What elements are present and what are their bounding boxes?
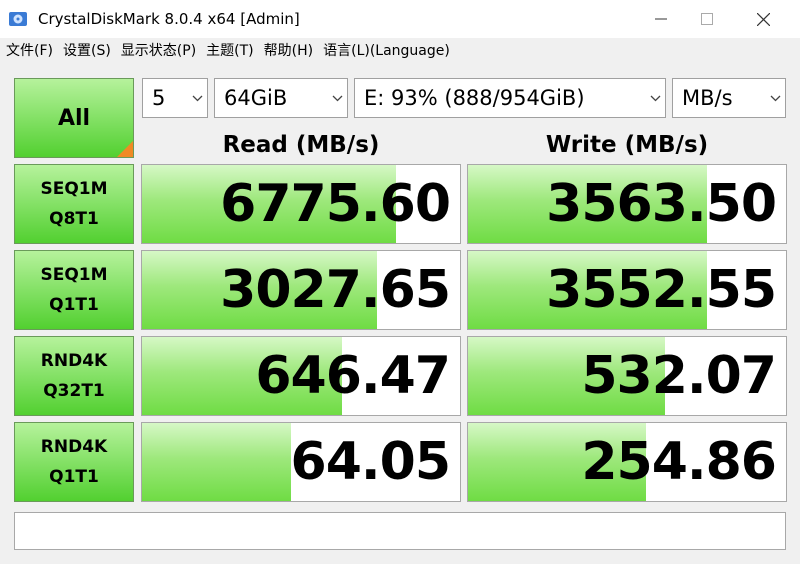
- test-button-params: Q1T1: [49, 295, 99, 315]
- read-result-rnd4k-q1t1: 64.05: [141, 422, 461, 502]
- menu-language[interactable]: 语言(L)(Language): [317, 39, 454, 63]
- read-result-seq1m-q1t1: 3027.65: [141, 250, 461, 330]
- window-title: CrystalDiskMark 8.0.4 x64 [Admin]: [38, 10, 300, 28]
- menu-help[interactable]: 帮助(H): [258, 39, 317, 63]
- test-size-select[interactable]: 64GiB: [214, 78, 348, 118]
- test-button-name: RND4K: [40, 437, 108, 457]
- write-value: 532.07: [581, 346, 777, 406]
- maximize-icon[interactable]: [684, 0, 730, 38]
- minimize-icon[interactable]: [638, 0, 684, 38]
- write-column-header: Write (MB/s): [545, 132, 709, 158]
- read-result-seq1m-q8t1: 6775.60: [141, 164, 461, 244]
- menu-settings[interactable]: 设置(S): [57, 39, 115, 63]
- read-value: 6775.60: [220, 174, 451, 234]
- chevron-down-icon: [327, 95, 347, 102]
- test-count-value: 5: [152, 86, 166, 110]
- write-result-rnd4k-q32t1: 532.07: [467, 336, 787, 416]
- write-value: 254.86: [581, 432, 777, 492]
- test-button-params: Q32T1: [43, 381, 105, 401]
- test-button-seq1m-q8t1[interactable]: SEQ1M Q8T1: [14, 164, 134, 244]
- read-value: 646.47: [255, 346, 451, 406]
- menu-file[interactable]: 文件(F): [0, 39, 57, 63]
- comment-input[interactable]: [14, 512, 786, 550]
- read-column-header: Read (MB/s): [222, 132, 380, 158]
- read-value: 3027.65: [220, 260, 451, 320]
- chevron-down-icon: [765, 95, 785, 102]
- test-count-select[interactable]: 5: [142, 78, 208, 118]
- read-value: 64.05: [290, 432, 451, 492]
- menu-bar: 文件(F) 设置(S) 显示状态(P) 主题(T) 帮助(H) 语言(L)(La…: [0, 38, 800, 64]
- write-result-seq1m-q8t1: 3563.50: [467, 164, 787, 244]
- write-value: 3552.55: [546, 260, 777, 320]
- chevron-down-icon: [645, 95, 665, 102]
- app-icon: [9, 12, 27, 26]
- title-bar: CrystalDiskMark 8.0.4 x64 [Admin]: [0, 0, 800, 38]
- corner-marker-icon: [117, 141, 133, 157]
- chevron-down-icon: [187, 95, 207, 102]
- write-result-rnd4k-q1t1: 254.86: [467, 422, 787, 502]
- menu-profile[interactable]: 显示状态(P): [115, 39, 200, 63]
- test-button-params: Q1T1: [49, 467, 99, 487]
- read-progress-bar: [142, 423, 292, 501]
- test-button-seq1m-q1t1[interactable]: SEQ1M Q1T1: [14, 250, 134, 330]
- read-result-rnd4k-q32t1: 646.47: [141, 336, 461, 416]
- unit-select[interactable]: MB/s: [672, 78, 786, 118]
- test-button-name: SEQ1M: [40, 179, 108, 199]
- write-value: 3563.50: [546, 174, 777, 234]
- close-icon[interactable]: [740, 0, 786, 38]
- test-size-value: 64GiB: [224, 86, 288, 110]
- all-button[interactable]: All: [14, 78, 134, 158]
- test-button-name: SEQ1M: [40, 265, 108, 285]
- unit-value: MB/s: [682, 86, 733, 110]
- drive-select[interactable]: E: 93% (888/954GiB): [354, 78, 666, 118]
- test-button-rnd4k-q1t1[interactable]: RND4K Q1T1: [14, 422, 134, 502]
- test-button-rnd4k-q32t1[interactable]: RND4K Q32T1: [14, 336, 134, 416]
- menu-theme[interactable]: 主题(T): [200, 39, 257, 63]
- drive-value: E: 93% (888/954GiB): [364, 86, 585, 110]
- test-button-name: RND4K: [40, 351, 108, 371]
- all-button-label: All: [57, 105, 91, 131]
- test-button-params: Q8T1: [49, 209, 99, 229]
- write-result-seq1m-q1t1: 3552.55: [467, 250, 787, 330]
